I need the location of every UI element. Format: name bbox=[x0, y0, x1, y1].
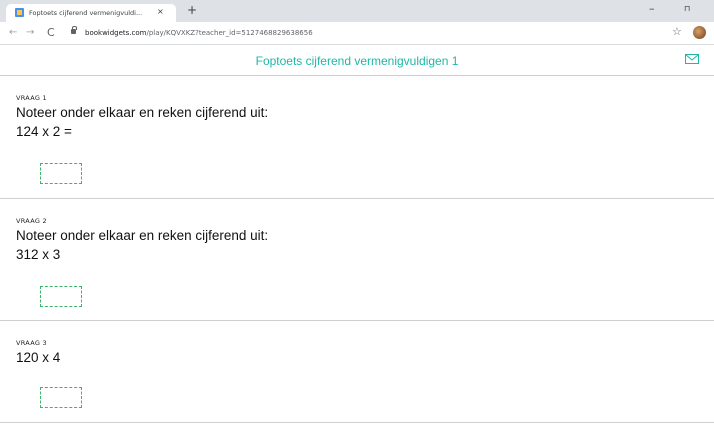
question-3: VRAAG 3 120 x 4 bbox=[16, 339, 696, 408]
question-text-line: 120 x 4 bbox=[16, 350, 61, 365]
question-text-line: Noteer onder elkaar en reken cijferend u… bbox=[16, 105, 269, 120]
question-2: VRAAG 2 Noteer onder elkaar en reken cij… bbox=[16, 217, 696, 307]
answer-input[interactable] bbox=[40, 387, 82, 408]
tab-title: Foptoets cijferend vermenigvuldi... bbox=[29, 9, 143, 17]
tab-strip: Foptoets cijferend vermenigvuldi... × + … bbox=[0, 0, 714, 22]
browser-tab[interactable]: Foptoets cijferend vermenigvuldi... × bbox=[6, 4, 176, 22]
lock-icon[interactable] bbox=[71, 26, 77, 34]
window-minimize-button[interactable]: – bbox=[649, 2, 655, 16]
bookmark-star-icon[interactable]: ☆ bbox=[672, 25, 682, 38]
question-text-line: 312 x 3 bbox=[16, 247, 61, 262]
back-arrow-icon[interactable]: ← bbox=[9, 27, 17, 39]
mail-icon[interactable] bbox=[685, 54, 699, 64]
window-restore-button[interactable]: ⊓ bbox=[684, 4, 690, 14]
address-bar-row: ← → C bookwidgets.com/play/KQVXKZ?teache… bbox=[0, 22, 714, 45]
page-title: Foptoets cijferend vermenigvuldigen 1 bbox=[255, 54, 459, 68]
url-path: /play/KQVXKZ?teacher_id=5127468829638656 bbox=[146, 29, 313, 37]
question-text-line: 124 x 2 = bbox=[16, 124, 72, 139]
divider bbox=[0, 75, 714, 76]
question-label: VRAAG 3 bbox=[16, 339, 47, 347]
bookwidgets-favicon-icon bbox=[15, 8, 24, 17]
divider bbox=[0, 320, 714, 321]
question-1: VRAAG 1 Noteer onder elkaar en reken cij… bbox=[16, 94, 696, 184]
reload-icon[interactable]: C bbox=[47, 26, 55, 39]
forward-arrow-icon[interactable]: → bbox=[26, 27, 34, 39]
answer-input[interactable] bbox=[40, 163, 82, 184]
divider bbox=[0, 422, 714, 423]
answer-input[interactable] bbox=[40, 286, 82, 307]
new-tab-button[interactable]: + bbox=[187, 3, 197, 17]
url-field[interactable]: bookwidgets.com/play/KQVXKZ?teacher_id=5… bbox=[85, 28, 313, 38]
profile-avatar[interactable] bbox=[693, 26, 706, 39]
tab-close-icon[interactable]: × bbox=[157, 7, 164, 17]
question-label: VRAAG 1 bbox=[16, 94, 47, 102]
divider bbox=[0, 198, 714, 199]
question-label: VRAAG 2 bbox=[16, 217, 47, 225]
url-host: bookwidgets.com bbox=[85, 29, 147, 37]
question-text-line: Noteer onder elkaar en reken cijferend u… bbox=[16, 228, 269, 243]
